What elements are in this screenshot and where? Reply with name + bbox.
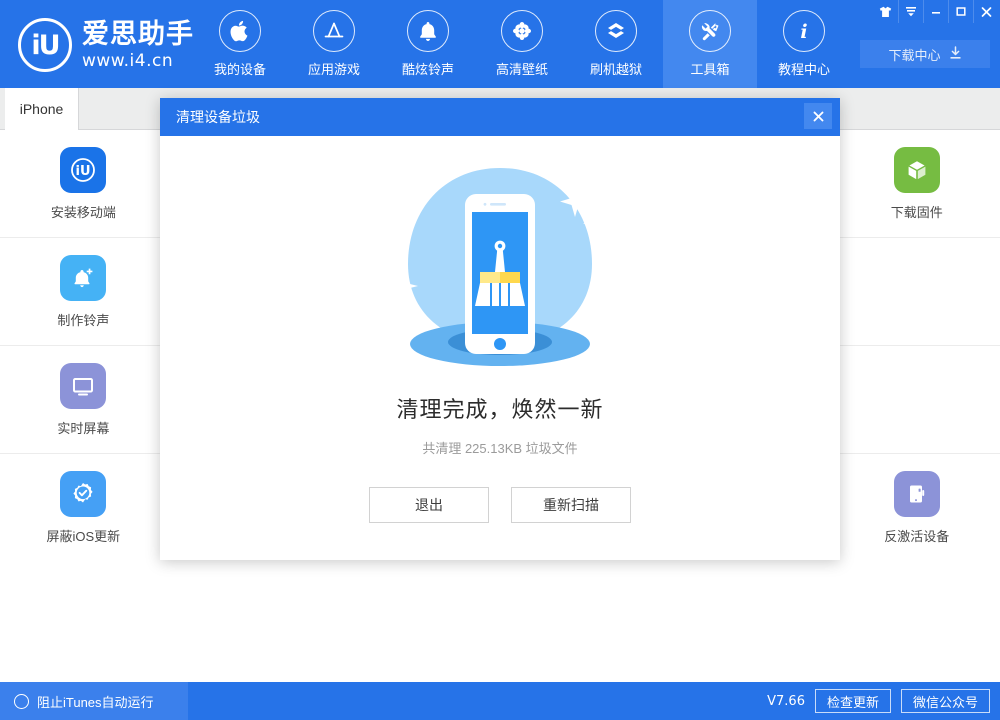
- block-itunes-toggle[interactable]: 阻止iTunes自动运行: [0, 682, 188, 720]
- monitor-icon: [60, 362, 107, 409]
- menu-icon[interactable]: [898, 0, 923, 23]
- nav-item-label: 工具箱: [690, 62, 730, 77]
- logo-text-block: 爱思助手 www.i4.cn: [82, 18, 194, 71]
- nav-item-toolbox[interactable]: 工具箱: [663, 0, 757, 88]
- gear-shield-icon: [60, 471, 107, 517]
- tool-empty: [833, 238, 1000, 345]
- info-icon: i: [783, 10, 825, 52]
- minimize-icon[interactable]: [923, 0, 948, 23]
- dialog-body: 清理完成，焕然一新 共清理 225.13KB 垃圾文件 退出 重新扫描: [160, 136, 840, 560]
- block-itunes-label: 阻止iTunes自动运行: [37, 694, 154, 710]
- tool-label: 屏蔽iOS更新: [46, 529, 121, 544]
- tab-iphone-label: iPhone: [19, 101, 64, 117]
- flower-icon: [501, 10, 543, 52]
- logo-website-url: www.i4.cn: [82, 50, 174, 71]
- logo-mark-text: iU: [31, 29, 60, 61]
- nav-item-label: 酷炫铃声: [401, 62, 454, 77]
- toggle-circle-icon: [14, 693, 29, 709]
- tool-install-mobile[interactable]: iU 安装移动端: [0, 130, 167, 237]
- nav-item-tutorial-center[interactable]: i 教程中心: [757, 0, 851, 88]
- tool-block-ios-update[interactable]: 屏蔽iOS更新: [0, 454, 167, 562]
- download-icon: [949, 45, 962, 63]
- nav-item-label: 我的设备: [213, 62, 266, 77]
- tool-empty: [833, 346, 1000, 453]
- dialog-title: 清理设备垃圾: [176, 109, 260, 125]
- app-window: iU 爱思助手 www.i4.cn 我的设备 应用游戏 酷炫铃声 高清壁纸 刷机…: [0, 0, 1000, 720]
- box-icon: [595, 10, 637, 52]
- nav-item-label: 教程中心: [777, 62, 830, 77]
- tool-make-ringtone[interactable]: 制作铃声: [0, 238, 167, 345]
- top-navigation-bar: iU 爱思助手 www.i4.cn 我的设备 应用游戏 酷炫铃声 高清壁纸 刷机…: [0, 0, 1000, 88]
- bell-icon: [407, 10, 449, 52]
- logo-app-name: 爱思助手: [82, 18, 194, 49]
- nav-item-label: 高清壁纸: [495, 62, 548, 77]
- tool-live-screen[interactable]: 实时屏幕: [0, 346, 167, 453]
- app-logo: iU 爱思助手 www.i4.cn: [18, 18, 194, 72]
- logo-mark-icon: iU: [18, 18, 72, 72]
- version-label: V7.66: [767, 693, 805, 709]
- iu-app-icon: iU: [60, 146, 107, 193]
- tool-label: 制作铃声: [57, 312, 110, 328]
- clean-result-subtitle: 共清理 225.13KB 垃圾文件: [422, 441, 578, 456]
- tool-deactivate-device[interactable]: 反激活设备: [833, 454, 1000, 562]
- nav-item-my-device[interactable]: 我的设备: [193, 0, 287, 88]
- exit-button[interactable]: 退出: [369, 487, 489, 523]
- status-bar-right: V7.66 检查更新 微信公众号: [767, 682, 990, 720]
- check-update-button[interactable]: 检查更新: [814, 689, 891, 713]
- svg-text:iU: iU: [76, 164, 91, 179]
- appstore-icon: [313, 10, 355, 52]
- cube-icon: [893, 146, 940, 193]
- apple-icon: [219, 10, 261, 52]
- window-controls: [873, 0, 998, 23]
- nav-item-flash-jailbreak[interactable]: 刷机越狱: [569, 0, 663, 88]
- status-bar: 阻止iTunes自动运行 V7.66 检查更新 微信公众号: [0, 682, 1000, 720]
- dialog-header: 清理设备垃圾: [160, 98, 840, 136]
- bell-plus-icon: [60, 254, 107, 301]
- nav-item-ringtones[interactable]: 酷炫铃声: [381, 0, 475, 88]
- nav-item-label: 刷机越狱: [589, 62, 642, 77]
- phone-broom-clean-illustration: [370, 154, 630, 384]
- nav-item-label: 应用游戏: [307, 62, 360, 77]
- close-icon[interactable]: [973, 0, 998, 23]
- device-icon: [893, 471, 940, 517]
- nav-item-apps-games[interactable]: 应用游戏: [287, 0, 381, 88]
- clean-device-junk-dialog: 清理设备垃圾 清理完成，焕然一新 共清理 225.13KB 垃圾文件 退出 重新…: [160, 98, 840, 560]
- dialog-buttons: 退出 重新扫描: [369, 487, 631, 523]
- tool-label: 实时屏幕: [57, 420, 110, 436]
- tools-icon: [689, 10, 731, 52]
- nav-item-wallpapers[interactable]: 高清壁纸: [475, 0, 569, 88]
- tool-label: 反激活设备: [884, 529, 950, 544]
- svg-text:i: i: [800, 21, 807, 43]
- rescan-button[interactable]: 重新扫描: [511, 487, 631, 523]
- close-icon[interactable]: [804, 103, 832, 129]
- tab-iphone[interactable]: iPhone: [5, 88, 79, 130]
- wechat-official-button[interactable]: 微信公众号: [900, 689, 990, 713]
- skin-icon[interactable]: [873, 0, 898, 23]
- nav-items: 我的设备 应用游戏 酷炫铃声 高清壁纸 刷机越狱 工具箱 i 教程中心: [193, 0, 851, 88]
- tool-label: 安装移动端: [50, 204, 116, 220]
- tool-download-firmware[interactable]: 下载固件: [833, 130, 1000, 237]
- clean-result-title: 清理完成，焕然一新: [396, 397, 604, 422]
- tool-label: 下载固件: [890, 204, 943, 220]
- maximize-icon[interactable]: [948, 0, 973, 23]
- download-center-label: 下载中心: [888, 47, 941, 63]
- download-center-button[interactable]: 下载中心: [860, 40, 990, 68]
